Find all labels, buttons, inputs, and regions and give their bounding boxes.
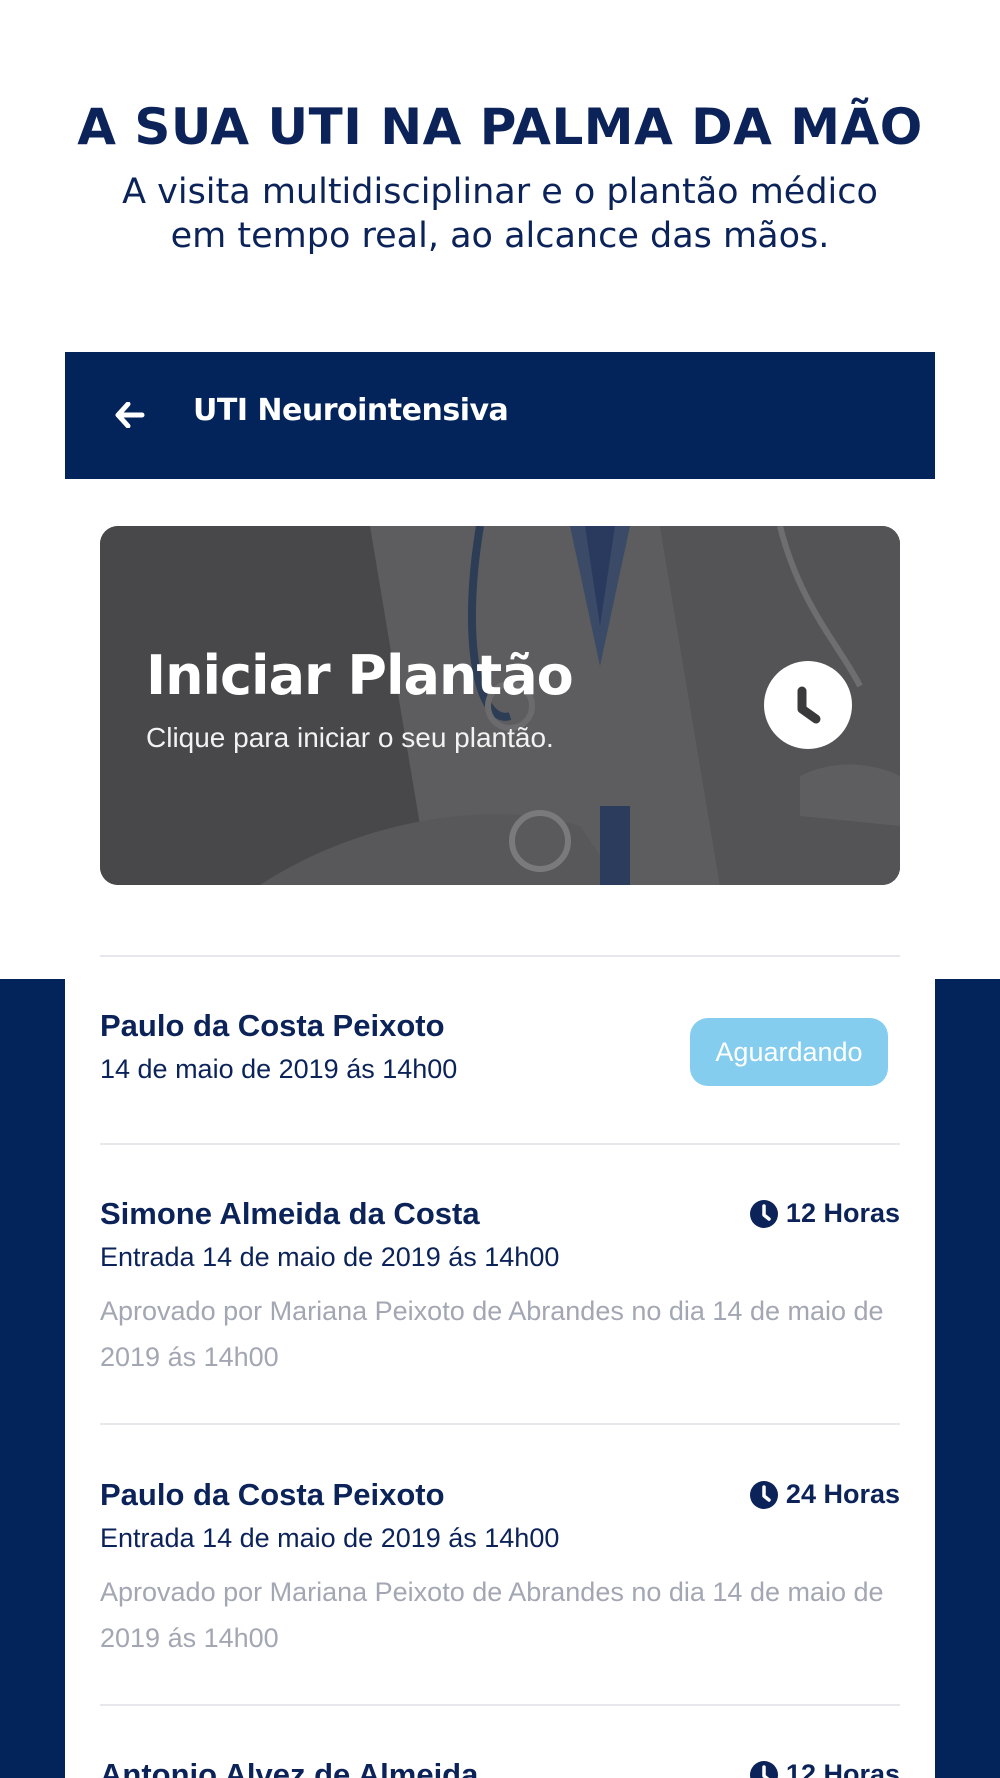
list-item[interactable]: Paulo da Costa Peixoto 14 de maio de 201… — [100, 1008, 900, 1118]
hero-title: A SUA UTI NA PALMA DA MÃO — [77, 98, 923, 156]
start-shift-card[interactable]: Iniciar Plantão Clique para iniciar o se… — [100, 526, 900, 885]
status-badge: Aguardando — [690, 1018, 888, 1086]
entry-name: Antonio Alvez de Almeida — [100, 1757, 479, 1778]
hero-section: A SUA UTI NA PALMA DA MÃO A visita multi… — [0, 92, 1000, 258]
hours-label: 12 Horas — [749, 1759, 900, 1778]
arrow-left-icon — [115, 402, 145, 428]
hours-label: 24 Horas — [749, 1479, 900, 1510]
clock-icon — [749, 1760, 778, 1778]
start-shift-title: Iniciar Plantão — [146, 644, 574, 707]
clock-icon — [749, 1480, 778, 1509]
hours-value: 12 Horas — [785, 1198, 900, 1228]
approval-note: Aprovado por Mariana Peixoto de Abrandes… — [100, 1296, 884, 1372]
app-bar: UTI Neurointensiva — [65, 352, 935, 479]
hours-label: 12 Horas — [749, 1198, 900, 1229]
back-button[interactable] — [105, 390, 155, 440]
list-item[interactable]: Simone Almeida da Costa 12 Horas Entrada… — [100, 1196, 900, 1396]
list-divider — [100, 1704, 900, 1706]
entry-date: Entrada 14 de maio de 2019 ás 14h00 — [100, 1523, 560, 1553]
entry-name: Paulo da Costa Peixoto — [100, 1477, 445, 1512]
hero-subtitle-line: em tempo real, ao alcance das mãos. — [170, 216, 830, 256]
hero-subtitle: A visita multidisciplinar e o plantão mé… — [0, 170, 1000, 258]
app-screen: UTI Neurointensiva Iniciar Plantão Cliqu… — [65, 352, 935, 1778]
list-divider — [100, 955, 900, 957]
hours-value: 12 Horas — [785, 1759, 900, 1778]
hours-value: 24 Horas — [785, 1479, 900, 1509]
list-divider — [100, 1423, 900, 1425]
list-divider — [100, 1143, 900, 1145]
hero-subtitle-line: A visita multidisciplinar e o plantão mé… — [122, 172, 878, 212]
clock-icon — [797, 686, 821, 724]
approval-note: Aprovado por Mariana Peixoto de Abrandes… — [100, 1577, 884, 1653]
list-item[interactable]: Paulo da Costa Peixoto 24 Horas Entrada … — [100, 1477, 900, 1677]
start-shift-button[interactable] — [764, 661, 852, 749]
page-title: UTI Neurointensiva — [193, 393, 509, 428]
entry-name: Paulo da Costa Peixoto — [100, 1008, 445, 1043]
clock-icon — [749, 1199, 778, 1228]
list-item[interactable]: Antonio Alvez de Almeida 12 Horas — [100, 1757, 900, 1778]
entry-date: 14 de maio de 2019 ás 14h00 — [100, 1054, 458, 1084]
start-shift-subtitle: Clique para iniciar o seu plantão. — [146, 722, 554, 753]
entry-date: Entrada 14 de maio de 2019 ás 14h00 — [100, 1242, 560, 1272]
entry-name: Simone Almeida da Costa — [100, 1196, 480, 1231]
